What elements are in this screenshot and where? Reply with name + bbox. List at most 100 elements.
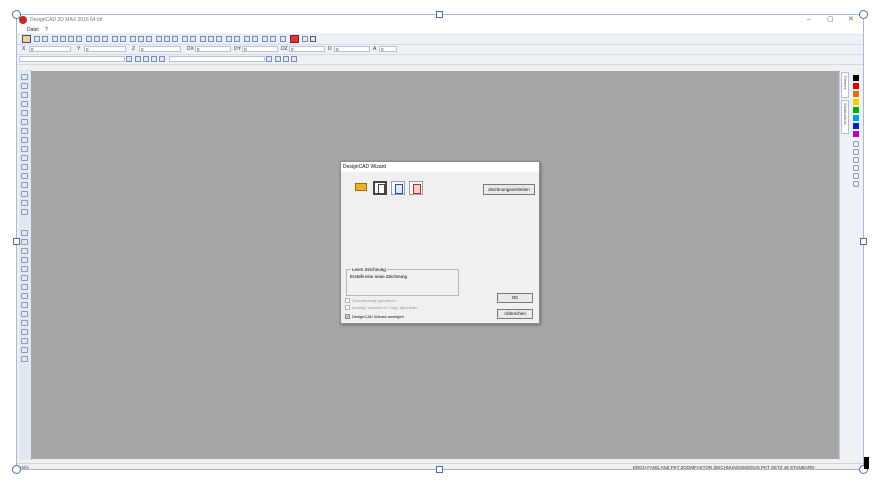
view-3d-icon[interactable]: [853, 173, 859, 179]
template-icon[interactable]: [391, 181, 405, 195]
color-swatch-black[interactable]: [853, 75, 859, 81]
themes-tab[interactable]: Themes: [841, 72, 849, 98]
curve-tool-icon[interactable]: [21, 155, 28, 161]
style-dropdown-icon[interactable]: [266, 56, 272, 62]
line-style-icon[interactable]: [159, 56, 165, 62]
coord-dy-field[interactable]: 0: [242, 46, 278, 52]
layer-dropdown-icon[interactable]: [126, 56, 132, 62]
grid-icon[interactable]: [172, 36, 178, 42]
coord-d-field[interactable]: 0: [334, 46, 370, 52]
wizard-tool-icon[interactable]: [22, 35, 31, 43]
circle-icon[interactable]: [216, 36, 222, 42]
paste-icon[interactable]: [94, 36, 100, 42]
cylinder-tool-icon[interactable]: [21, 248, 28, 254]
arc-icon[interactable]: [208, 36, 214, 42]
new-drawing-icon[interactable]: [373, 181, 387, 195]
hatch-icon[interactable]: [275, 56, 281, 62]
info-icon[interactable]: [302, 36, 308, 42]
dimension-tool-icon[interactable]: [21, 182, 28, 188]
line-icon[interactable]: [200, 36, 206, 42]
rectangle-tool-icon[interactable]: [21, 137, 28, 143]
view-reset-icon[interactable]: [853, 181, 859, 187]
ignore-line-checkbox[interactable]: [345, 298, 350, 303]
pdf-icon[interactable]: [409, 181, 423, 195]
close-button[interactable]: ✕: [848, 16, 854, 24]
measure-icon[interactable]: [252, 36, 258, 42]
bezier-tool-icon[interactable]: [21, 164, 28, 170]
show-wizard-checkbox[interactable]: ✔: [345, 314, 350, 319]
ellipse-tool-icon[interactable]: [21, 128, 28, 134]
pen-icon[interactable]: [262, 36, 268, 42]
revolve-tool-icon[interactable]: [21, 293, 28, 299]
chamfer-tool-icon[interactable]: [21, 329, 28, 335]
polygon-tool-icon[interactable]: [21, 146, 28, 152]
sweep-tool-icon[interactable]: [21, 284, 28, 290]
rotate-icon[interactable]: [138, 36, 144, 42]
maximize-button[interactable]: ▢: [827, 16, 834, 24]
redo-icon[interactable]: [120, 36, 126, 42]
extrude-tool-icon[interactable]: [21, 275, 28, 281]
ok-button[interactable]: OK: [497, 293, 533, 303]
boolean-tool-icon[interactable]: [21, 311, 28, 317]
resize-handle-left[interactable]: [13, 238, 20, 245]
copy-icon[interactable]: [76, 36, 82, 42]
layer-icon[interactable]: [164, 36, 170, 42]
coord-z-field[interactable]: 0: [139, 46, 181, 52]
ignore-question-checkbox[interactable]: [345, 305, 350, 310]
polyline-tool-icon[interactable]: [21, 101, 28, 107]
color-swatch-magenta[interactable]: [853, 131, 859, 137]
sphere-tool-icon[interactable]: [21, 239, 28, 245]
help-icon[interactable]: [310, 36, 316, 42]
resize-handle-top-right[interactable]: [859, 10, 868, 19]
color-swatch-yellow[interactable]: [853, 99, 859, 105]
drawing-units-button[interactable]: Zeichnungseinheiten: [483, 184, 535, 195]
color-swatch-green[interactable]: [853, 107, 859, 113]
text-tool-icon[interactable]: [21, 173, 28, 179]
view-top-icon[interactable]: [853, 157, 859, 163]
coord-x-field[interactable]: 0: [29, 46, 71, 52]
point-tool-icon[interactable]: [21, 83, 28, 89]
minimize-button[interactable]: –: [807, 16, 811, 24]
menu-help[interactable]: ?: [45, 27, 48, 33]
snap-icon[interactable]: [244, 36, 250, 42]
shade-icon[interactable]: [190, 36, 196, 42]
color-swatch-orange[interactable]: [853, 91, 859, 97]
color-icon[interactable]: [270, 36, 276, 42]
light-tool-icon[interactable]: [21, 356, 28, 362]
extend-tool-icon[interactable]: [21, 209, 28, 215]
print-icon[interactable]: [52, 36, 58, 42]
style-icon[interactable]: [135, 56, 141, 62]
torus-tool-icon[interactable]: [21, 266, 28, 272]
box-tool-icon[interactable]: [21, 230, 28, 236]
view-icon[interactable]: [156, 36, 162, 42]
structure-tab[interactable]: Struktur/Info: [841, 100, 849, 134]
resize-handle-right[interactable]: [860, 238, 867, 245]
fill-icon[interactable]: [283, 56, 289, 62]
arc-tool-icon[interactable]: [21, 119, 28, 125]
save-icon[interactable]: [42, 36, 48, 42]
render-icon[interactable]: [182, 36, 188, 42]
view-iso-icon[interactable]: [853, 165, 859, 171]
resize-handle-top[interactable]: [436, 11, 443, 18]
color-swatch-cyan[interactable]: [853, 115, 859, 121]
coord-dz-field[interactable]: 0: [289, 46, 325, 52]
trim-tool-icon[interactable]: [21, 200, 28, 206]
line-tool-icon[interactable]: [21, 92, 28, 98]
circle-tool-icon[interactable]: [21, 110, 28, 116]
undo-icon[interactable]: [112, 36, 118, 42]
preview-icon[interactable]: [60, 36, 66, 42]
cancel-button[interactable]: Abbrechen: [497, 309, 533, 319]
open-drawing-icon[interactable]: [355, 183, 367, 191]
resize-handle-top-left[interactable]: [12, 10, 21, 19]
style-select[interactable]: [169, 56, 265, 62]
view-side-icon[interactable]: [853, 149, 859, 155]
open-icon[interactable]: [34, 36, 40, 42]
font-icon[interactable]: [143, 56, 149, 62]
cone-tool-icon[interactable]: [21, 257, 28, 263]
size-icon[interactable]: [151, 56, 157, 62]
coord-dx-field[interactable]: 0: [195, 46, 231, 52]
layer-select[interactable]: [19, 56, 125, 62]
pointer-tool-icon[interactable]: [21, 74, 28, 80]
scale-icon[interactable]: [146, 36, 152, 42]
fillet-tool-icon[interactable]: [21, 320, 28, 326]
